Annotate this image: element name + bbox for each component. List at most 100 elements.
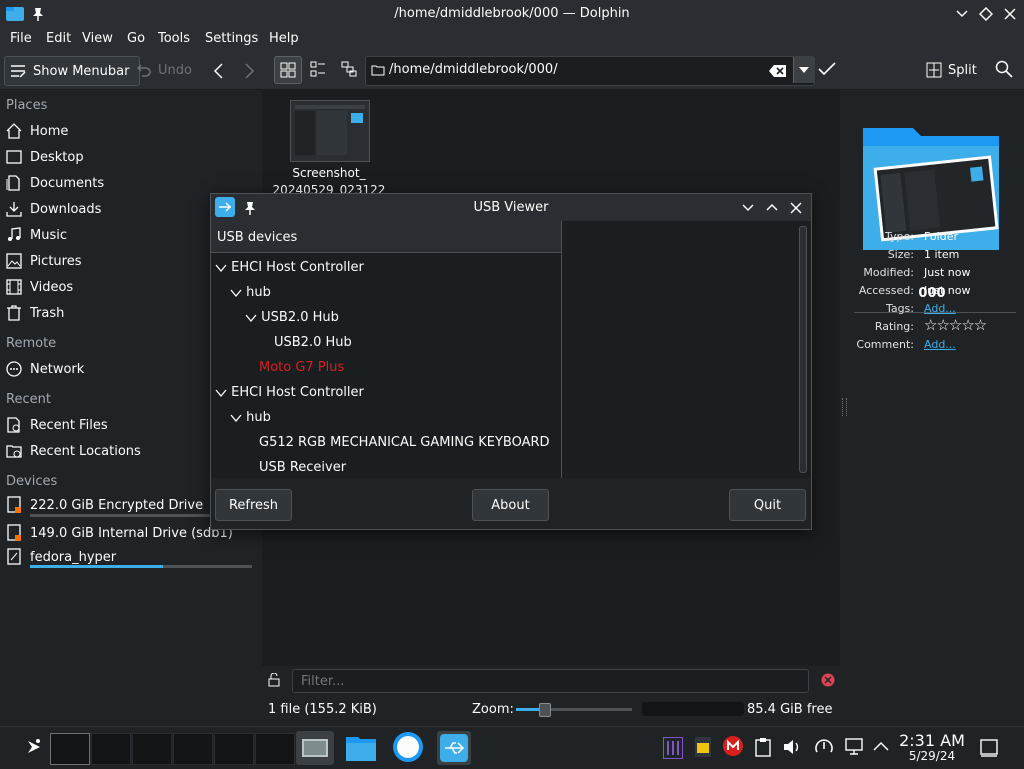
desktop-icon (6, 149, 22, 165)
zoom-slider-handle[interactable] (539, 703, 551, 717)
tree-row[interactable]: EHCI Host Controller (215, 260, 364, 275)
details-view-icon[interactable] (341, 61, 357, 77)
task-show-desktop[interactable] (296, 731, 334, 765)
clear-location-icon[interactable] (769, 64, 787, 78)
videos-icon (6, 279, 22, 295)
place-home[interactable]: Home (6, 119, 68, 143)
clipboard-icon[interactable] (755, 737, 771, 757)
place-videos[interactable]: Videos (6, 275, 73, 299)
dolphin-task-icon[interactable] (346, 733, 376, 761)
chevron-up-icon[interactable] (873, 741, 889, 751)
place-network[interactable]: Network (6, 357, 84, 381)
place-recent-files[interactable]: Recent Files (6, 413, 108, 437)
tree-row[interactable]: G512 RGB MECHANICAL GAMING KEYBOARD (259, 435, 550, 450)
menu-help[interactable]: Help (269, 31, 299, 46)
tree-row[interactable]: EHCI Host Controller (215, 385, 364, 400)
menu-settings[interactable]: Settings (205, 31, 258, 46)
zoom-slider[interactable] (516, 703, 632, 717)
rating-stars[interactable]: ☆☆☆☆☆ (924, 316, 987, 334)
tree-row[interactable]: hub (230, 410, 271, 425)
volume-icon[interactable] (783, 738, 801, 756)
browser-task-icon[interactable] (392, 731, 424, 763)
usb-titlebar[interactable]: USB Viewer (211, 194, 811, 221)
tree-row[interactable]: USB2.0 Hub (274, 335, 352, 350)
device-label: 222.0 GiB Encrypted Drive (30, 497, 204, 513)
minimize-icon[interactable] (955, 8, 969, 20)
quit-button[interactable]: Quit (729, 489, 806, 521)
menu-tools[interactable]: Tools (158, 31, 190, 46)
undo-button[interactable]: Undo (136, 56, 192, 84)
virtual-desktop-5[interactable] (214, 733, 254, 765)
audio-mixer-tray-icon[interactable] (663, 737, 683, 759)
maximize-icon[interactable] (765, 201, 779, 213)
location-dropdown-button[interactable] (793, 57, 814, 83)
network-tray-icon[interactable] (845, 738, 863, 756)
device-internal-drive[interactable]: 149.0 GiB Internal Drive (sdb1) (6, 521, 233, 545)
place-label: Documents (30, 175, 105, 191)
show-menubar-button[interactable]: Show Menubar (4, 56, 141, 86)
screenshot-thumbnail (290, 100, 370, 162)
tree-row[interactable]: USB2.0 Hub (245, 310, 339, 325)
icons-view-button[interactable] (274, 56, 302, 84)
file-item[interactable]: Screenshot_ 20240529_023122 (271, 90, 387, 197)
menu-edit[interactable]: Edit (46, 31, 71, 46)
minimize-icon[interactable] (741, 202, 755, 214)
filter-input[interactable] (292, 669, 809, 693)
clock-time[interactable]: 2:31 AM (897, 731, 967, 750)
tree-row-highlighted[interactable]: Moto G7 Plus (259, 360, 344, 375)
tree-header[interactable]: USB devices (211, 221, 561, 253)
comment-label: Comment: (856, 338, 914, 351)
panel-splitter-handle[interactable] (842, 398, 847, 416)
virtual-desktop-3[interactable] (132, 733, 172, 765)
location-path[interactable]: /home/dmiddlebrook/000/ (389, 62, 558, 77)
add-tags-link[interactable]: Add... (924, 302, 956, 315)
window-titlebar[interactable]: /home/dmiddlebrook/000 — Dolphin (0, 0, 1024, 29)
undo-label: Undo (158, 62, 192, 78)
toolbar: Show Menubar Undo /home/dmiddlebrook/000… (0, 51, 1024, 90)
place-documents[interactable]: Documents (6, 171, 104, 195)
confirm-location-icon[interactable] (818, 62, 836, 76)
refresh-button[interactable]: Refresh (215, 489, 292, 521)
free-space-label[interactable]: 85.4 GiB free (747, 702, 837, 717)
location-bar[interactable]: /home/dmiddlebrook/000/ (365, 56, 815, 86)
show-desktop-icon[interactable] (980, 739, 998, 757)
menu-go[interactable]: Go (127, 31, 145, 46)
close-icon[interactable] (789, 201, 803, 215)
close-filter-icon[interactable] (821, 673, 835, 687)
menu-file[interactable]: File (10, 31, 32, 46)
place-pictures[interactable]: Pictures (6, 249, 81, 273)
updates-icon[interactable] (814, 737, 834, 757)
virtual-desktop-4[interactable] (173, 733, 213, 765)
tree-row[interactable]: USB Receiver (259, 460, 346, 475)
place-recent-locations[interactable]: Recent Locations (6, 439, 141, 463)
virtual-desktop-6[interactable] (255, 733, 295, 765)
usb-details-pane[interactable] (562, 221, 810, 478)
lock-icon[interactable] (268, 673, 280, 687)
details-scrollbar[interactable] (799, 226, 807, 473)
back-icon[interactable] (212, 63, 226, 79)
tree-row[interactable]: hub (230, 285, 271, 300)
place-trash[interactable]: Trash (6, 301, 64, 325)
app-tray-icon[interactable] (695, 737, 711, 757)
menu-view[interactable]: View (82, 31, 113, 46)
chevron-down-icon (245, 314, 257, 322)
compact-view-icon[interactable] (310, 61, 326, 77)
search-icon[interactable] (995, 60, 1013, 78)
split-button[interactable]: Split (926, 56, 977, 84)
forward-icon[interactable] (242, 63, 256, 79)
virtual-desktop-1[interactable] (50, 733, 90, 765)
usb-device-tree[interactable]: USB devices EHCI Host Controller hub USB… (211, 221, 562, 478)
maximize-icon[interactable] (979, 7, 993, 21)
file-name: Screenshot_ (292, 166, 366, 180)
add-comment-link[interactable]: Add... (924, 338, 956, 351)
place-desktop[interactable]: Desktop (6, 145, 84, 169)
virtual-desktop-2[interactable] (91, 733, 131, 765)
application-launcher-icon[interactable] (24, 737, 44, 757)
place-music[interactable]: Music (6, 223, 67, 247)
close-icon[interactable] (1003, 7, 1017, 21)
place-downloads[interactable]: Downloads (6, 197, 101, 221)
about-button[interactable]: About (472, 489, 549, 521)
mega-tray-icon[interactable] (723, 736, 743, 756)
clock-date[interactable]: 5/29/24 (897, 749, 967, 763)
usb-viewer-task[interactable] (437, 731, 471, 765)
